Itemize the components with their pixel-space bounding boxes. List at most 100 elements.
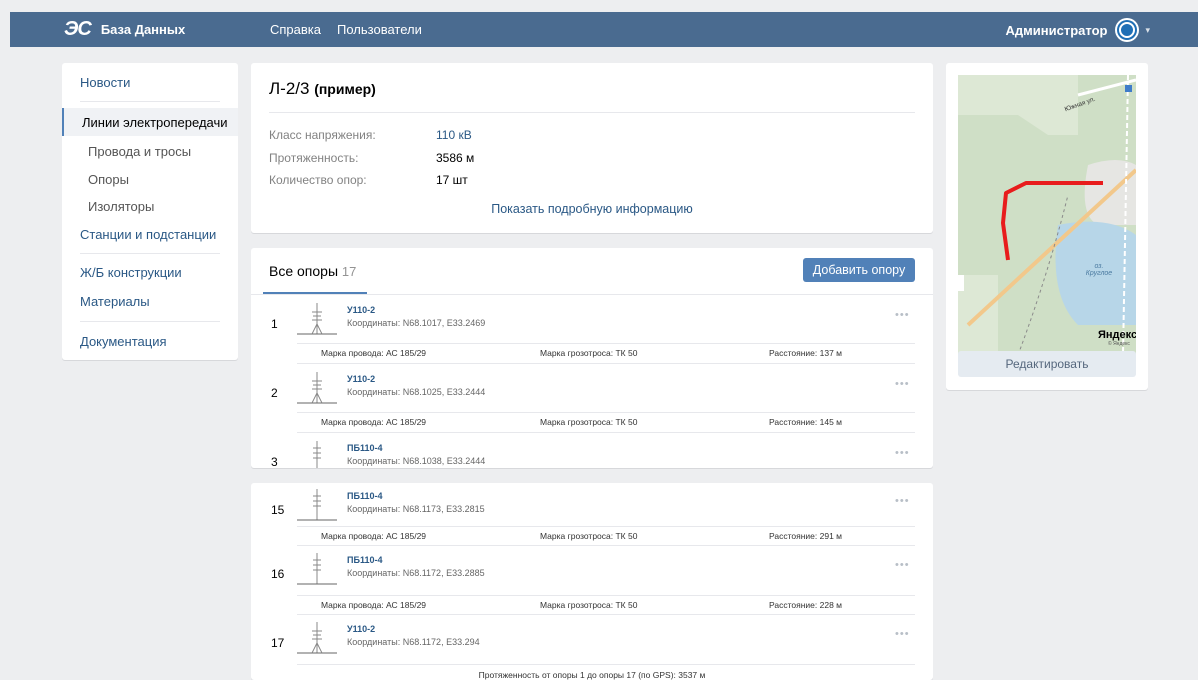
length-value: 3586 м (436, 151, 475, 165)
line-name: Л-2/3 (269, 79, 310, 98)
support-name-link[interactable]: ПБ110-4 (347, 555, 382, 565)
tower-icon (297, 303, 337, 335)
support-coords: Координаты: N68.1172, E33.2885 (347, 568, 485, 578)
table-row[interactable]: 17 У110-2 Координаты: N68.1172, E33.294 … (251, 616, 933, 665)
more-icon[interactable]: ••• (895, 495, 910, 507)
tower-icon (297, 553, 337, 585)
divider (80, 321, 220, 322)
wire-brand: Марка провода: АС 185/29 (321, 348, 427, 358)
supports-list-card: Все опоры 17 Добавить опору 1 У110-2 Коо… (251, 248, 933, 468)
edit-button[interactable]: Редактировать (958, 351, 1136, 377)
more-icon[interactable]: ••• (895, 378, 910, 390)
tab-label: Все опоры (269, 263, 339, 279)
divider (269, 112, 915, 113)
table-row[interactable]: 16 ПБ110-4 Координаты: N68.1172, E33.288… (251, 547, 933, 596)
sidebar-item-stations[interactable]: Станции и подстанции (80, 227, 216, 242)
sidebar-item-materials[interactable]: Материалы (80, 294, 150, 309)
cable-brand: Марка грозотроса: ТК 50 (540, 600, 638, 610)
support-name-link[interactable]: У110-2 (347, 305, 375, 315)
cable-brand: Марка грозотроса: ТК 50 (540, 417, 638, 427)
table-row[interactable]: 15 ПБ110-4 Координаты: N68.1173, E33.281… (251, 483, 933, 532)
distance: Расстояние: 291 м (769, 531, 843, 541)
divider (80, 253, 220, 254)
sidebar-item-supports[interactable]: Опоры (88, 172, 129, 187)
top-navbar: ЭС База Данных Справка Пользователи Адми… (10, 12, 1198, 47)
map-copyright: © Яндекс (1108, 341, 1130, 347)
tower-icon (297, 489, 337, 521)
voltage-label: Класс напряжения: (269, 128, 376, 142)
tab-count: 17 (341, 264, 357, 279)
support-name-link[interactable]: У110-2 (347, 374, 375, 384)
sidebar-item-insulators[interactable]: Изоляторы (88, 199, 154, 214)
support-name-link[interactable]: У110-2 (347, 624, 375, 634)
row-number: 3 (271, 455, 278, 468)
support-name-link[interactable]: ПБ110-4 (347, 491, 382, 501)
distance: Расстояние: 145 м (769, 417, 843, 427)
sidebar-item-docs[interactable]: Документация (80, 334, 167, 349)
top-nav: Справка Пользователи (270, 22, 422, 37)
tower-icon (297, 622, 337, 654)
supports-list-card-end: 15 ПБ110-4 Координаты: N68.1173, E33.281… (251, 483, 933, 680)
user-name[interactable]: Администратор (1006, 23, 1108, 38)
row-number: 16 (271, 567, 285, 581)
divider (297, 526, 915, 527)
table-row[interactable]: 3 ПБ110-4 Координаты: N68.1038, E33.2444… (251, 435, 933, 468)
nav-help[interactable]: Справка (270, 22, 321, 37)
divider (297, 432, 915, 433)
tower-icon (313, 441, 321, 468)
divider (297, 664, 915, 665)
support-coords: Координаты: N68.1172, E33.294 (347, 637, 480, 647)
sidebar-item-power-lines[interactable]: Линии электропередачи (62, 108, 238, 136)
show-details-link[interactable]: Показать подробную информацию (251, 202, 933, 216)
distance: Расстояние: 228 м (769, 600, 843, 610)
avatar-logo-icon (1119, 22, 1136, 38)
wire-info-row: Марка провода: АС 185/29 Марка грозотрос… (251, 414, 933, 432)
logo[interactable]: ЭС База Данных (64, 18, 185, 41)
tab-all-supports[interactable]: Все опоры 17 (269, 263, 356, 279)
sidebar: Новости Линии электропередачи Провода и … (62, 63, 238, 360)
more-icon[interactable]: ••• (895, 559, 910, 571)
nav-users[interactable]: Пользователи (337, 22, 422, 37)
wire-brand: Марка провода: АС 185/29 (321, 531, 427, 541)
row-number: 2 (271, 386, 278, 400)
more-icon[interactable]: ••• (895, 447, 910, 459)
support-coords: Координаты: N68.1038, E33.2444 (347, 456, 486, 466)
app-name: База Данных (100, 22, 186, 37)
chevron-down-icon[interactable]: ▾ (1145, 25, 1150, 36)
tower-icon (297, 372, 337, 404)
map-image (958, 75, 1136, 355)
map-card: Южная ул. оз. Круглое Яндекс © Яндекс Ре… (946, 63, 1148, 390)
table-row[interactable]: 2 У110-2 Координаты: N68.1025, E33.2444 … (251, 366, 933, 415)
lake-label: оз. Круглое (1085, 263, 1113, 277)
logo-mark: ЭС (64, 18, 92, 40)
add-support-button[interactable]: Добавить опору (803, 258, 915, 282)
support-coords: Координаты: N68.1173, E33.2815 (347, 504, 485, 514)
cable-brand: Марка грозотроса: ТК 50 (540, 348, 638, 358)
support-coords: Координаты: N68.1017, E33.2469 (347, 318, 486, 328)
divider (297, 545, 915, 546)
sidebar-item-label: Линии электропередачи (82, 115, 228, 130)
support-name-link[interactable]: ПБ110-4 (347, 443, 382, 453)
yandex-logo: Яндекс (1098, 329, 1136, 341)
divider (297, 343, 915, 344)
sidebar-item-concrete[interactable]: Ж/Б конструкции (80, 265, 182, 280)
table-row[interactable]: 1 У110-2 Координаты: N68.1017, E33.2469 … (251, 297, 933, 346)
more-icon[interactable]: ••• (895, 628, 910, 640)
row-number: 15 (271, 503, 285, 517)
divider (251, 294, 933, 295)
line-info-card: Л-2/3 (пример) Класс напряжения: 110 кВ … (251, 63, 933, 233)
more-icon[interactable]: ••• (895, 309, 910, 321)
support-coords: Координаты: N68.1025, E33.2444 (347, 387, 486, 397)
wire-info-row: Марка провода: АС 185/29 Марка грозотрос… (251, 345, 933, 363)
total-length-note: Протяженность от опоры 1 до опоры 17 (по… (478, 670, 706, 680)
sidebar-item-wires[interactable]: Провода и тросы (88, 144, 191, 159)
divider (297, 614, 915, 615)
wire-brand: Марка провода: АС 185/29 (321, 600, 427, 610)
divider (80, 101, 220, 102)
avatar[interactable] (1115, 18, 1140, 42)
voltage-value[interactable]: 110 кВ (436, 128, 472, 142)
user-menu[interactable]: Администратор ▾ (1006, 18, 1150, 42)
map-view[interactable]: Южная ул. оз. Круглое Яндекс © Яндекс (958, 75, 1136, 355)
sidebar-item-news[interactable]: Новости (80, 75, 130, 90)
wire-info-row: Марка провода: АС 185/29 Марка грозотрос… (251, 528, 933, 546)
